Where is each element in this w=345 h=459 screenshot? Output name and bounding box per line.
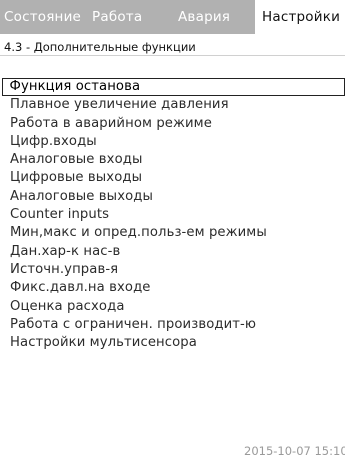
- status-datetime: 2015-10-07 15:10: [244, 444, 345, 458]
- menu-item-soft-pressure-buildup[interactable]: Плавное увеличение давления: [2, 96, 345, 114]
- menu-item-flow-estimation[interactable]: Оценка расхода: [2, 298, 345, 316]
- menu-item-pump-curve-data[interactable]: Дан.хар-к нас-в: [2, 243, 345, 261]
- menu-item-emergency-run[interactable]: Работа в аварийном режиме: [2, 115, 345, 133]
- menu-item-digital-inputs[interactable]: Цифр.входы: [2, 133, 345, 151]
- menu-item-control-source[interactable]: Источн.управ-я: [2, 261, 345, 279]
- tab-status[interactable]: Состояние: [4, 6, 81, 28]
- menu-list: Функция останова Плавное увеличение давл…: [2, 78, 345, 352]
- menu-item-multisensor-settings[interactable]: Настройки мультисенсора: [2, 334, 345, 352]
- tab-operation[interactable]: Работа: [92, 6, 142, 28]
- menu-item-fixed-inlet-pressure[interactable]: Фикс.давл.на входе: [2, 279, 345, 297]
- header-divider: [0, 55, 345, 56]
- tab-settings[interactable]: Настройки: [262, 6, 340, 28]
- breadcrumb: 4.3 - Дополнительные функции: [4, 40, 196, 54]
- menu-item-analog-inputs[interactable]: Аналоговые входы: [2, 151, 345, 169]
- tab-alarm[interactable]: Авария: [178, 6, 230, 28]
- menu-item-reduced-operation[interactable]: Работа с ограничен. производит-ю: [2, 316, 345, 334]
- menu-item-min-max-user-modes[interactable]: Мин,макс и опред.польз-ем режимы: [2, 224, 345, 242]
- menu-item-stop-function[interactable]: Функция останова: [2, 78, 345, 97]
- tab-bar: Состояние Работа Авария Настройки: [0, 0, 345, 34]
- menu-item-analog-outputs[interactable]: Аналоговые выходы: [2, 188, 345, 206]
- menu-item-digital-outputs[interactable]: Цифровые выходы: [2, 169, 345, 187]
- menu-item-counter-inputs[interactable]: Counter inputs: [2, 206, 345, 224]
